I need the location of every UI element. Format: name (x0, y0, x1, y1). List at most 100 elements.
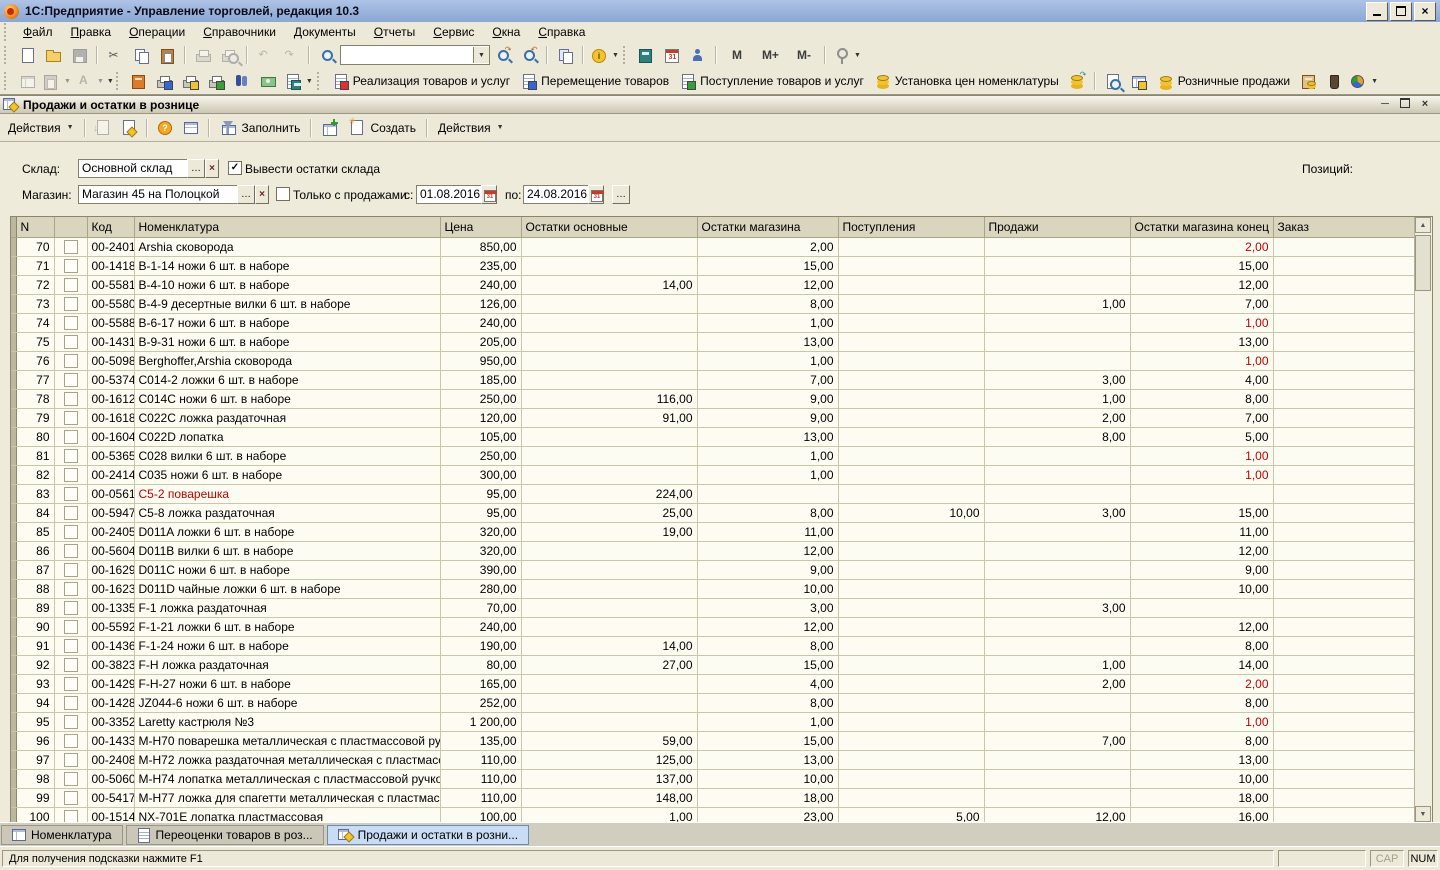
menu-item[interactable]: Окна (483, 23, 529, 41)
sales-cell[interactable]: 8,00 (984, 428, 1130, 447)
stock-store-cell[interactable]: 12,00 (697, 618, 838, 637)
row-checkbox[interactable] (64, 791, 78, 805)
row-checkbox[interactable] (64, 696, 78, 710)
menu-item[interactable]: Документы (285, 23, 365, 41)
column-header-order[interactable]: Заказ (1273, 217, 1415, 238)
code-cell[interactable]: 00-1436 (87, 637, 134, 656)
print-label-button[interactable] (204, 70, 230, 92)
nomenclature-cell[interactable]: C022D лопатка (134, 428, 440, 447)
stock-end-cell[interactable]: 1,00 (1130, 466, 1273, 485)
row-number-cell[interactable]: 79 (16, 409, 54, 428)
row-number-cell[interactable]: 87 (16, 561, 54, 580)
price-cell[interactable]: 95,00 (440, 504, 521, 523)
actions-button[interactable]: Действия▼ (2, 119, 80, 137)
price-cell[interactable]: 1 200,00 (440, 713, 521, 732)
row-number-cell[interactable]: 91 (16, 637, 54, 656)
price-cell[interactable]: 205,00 (440, 333, 521, 352)
tab-sales-and-stock[interactable]: Продажи и остатки в розни... (327, 825, 529, 845)
print-preview-button[interactable] (216, 44, 242, 66)
retail-sales-button[interactable]: Розничные продажи (1152, 70, 1295, 92)
order-cell[interactable] (1273, 637, 1415, 656)
order-cell[interactable] (1273, 352, 1415, 371)
memory-minus-button[interactable]: M- (788, 44, 820, 66)
order-cell[interactable] (1273, 466, 1415, 485)
row-checkbox-cell[interactable] (54, 542, 87, 561)
address-book-button[interactable] (126, 70, 152, 92)
stock-store-cell[interactable]: 7,00 (697, 371, 838, 390)
sales-cell[interactable] (984, 561, 1130, 580)
receipts-cell[interactable] (838, 713, 984, 732)
stock-store-cell[interactable]: 13,00 (697, 428, 838, 447)
scroll-down-button[interactable]: ▼ (1415, 806, 1431, 822)
nomenclature-cell[interactable]: F-1 ложка раздаточная (134, 599, 440, 618)
code-cell[interactable]: 00-1604 (87, 428, 134, 447)
stock-store-cell[interactable]: 8,00 (697, 694, 838, 713)
price-cell[interactable]: 120,00 (440, 409, 521, 428)
stock-end-cell[interactable]: 14,00 (1130, 656, 1273, 675)
report-button[interactable] (1100, 70, 1126, 92)
sales-cell[interactable] (984, 485, 1130, 504)
order-cell[interactable] (1273, 808, 1415, 824)
column-header-code[interactable]: Код (87, 217, 134, 238)
code-cell[interactable]: 00-2405 (87, 523, 134, 542)
order-cell[interactable] (1273, 447, 1415, 466)
order-cell[interactable] (1273, 770, 1415, 789)
stock-store-cell[interactable]: 15,00 (697, 257, 838, 276)
code-cell[interactable]: 00-1623 (87, 580, 134, 599)
open-button[interactable] (40, 44, 66, 66)
toolbar-handle[interactable] (116, 72, 122, 90)
nomenclature-cell[interactable]: JZ044-6 ножи 6 шт. в наборе (134, 694, 440, 713)
price-setting-button[interactable]: Установка цен номенклатуры (869, 70, 1064, 92)
nomenclature-cell[interactable]: B-1-14 ножи 6 шт. в наборе (134, 257, 440, 276)
nomenclature-cell[interactable]: D011B вилки 6 шт. в наборе (134, 542, 440, 561)
row-number-cell[interactable]: 82 (16, 466, 54, 485)
row-checkbox[interactable] (64, 430, 78, 444)
settings-button[interactable]: ▼ (830, 44, 863, 66)
receipts-cell[interactable] (838, 694, 984, 713)
row-checkbox-cell[interactable] (54, 409, 87, 428)
sales-cell[interactable] (984, 276, 1130, 295)
order-cell[interactable] (1273, 333, 1415, 352)
row-number-cell[interactable]: 75 (16, 333, 54, 352)
sales-cell[interactable]: 3,00 (984, 599, 1130, 618)
row-number-cell[interactable]: 71 (16, 257, 54, 276)
search-input[interactable] (341, 47, 473, 63)
receipts-cell[interactable]: 10,00 (838, 504, 984, 523)
search-dropdown-button[interactable]: ▼ (473, 47, 489, 63)
row-checkbox-cell[interactable] (54, 447, 87, 466)
dropdown-arrow-icon[interactable]: ▼ (612, 52, 619, 59)
stock-end-cell[interactable]: 2,00 (1130, 238, 1273, 257)
row-checkbox[interactable] (64, 278, 78, 292)
memory-button[interactable]: M (721, 44, 753, 66)
stock-end-cell[interactable]: 13,00 (1130, 751, 1273, 770)
row-number-cell[interactable]: 86 (16, 542, 54, 561)
price-cell[interactable]: 190,00 (440, 637, 521, 656)
stock-end-cell[interactable]: 8,00 (1130, 694, 1273, 713)
stock-end-cell[interactable]: 10,00 (1130, 770, 1273, 789)
nomenclature-cell[interactable]: Berghoffer,Arshia сковорода (134, 352, 440, 371)
order-cell[interactable] (1273, 257, 1415, 276)
order-cell[interactable] (1273, 504, 1415, 523)
stock-end-cell[interactable]: 2,00 (1130, 675, 1273, 694)
search-button[interactable] (314, 44, 340, 66)
row-checkbox-cell[interactable] (54, 295, 87, 314)
row-checkbox[interactable] (64, 468, 78, 482)
font-color-button[interactable]: A▼ (73, 70, 106, 92)
receipts-cell[interactable] (838, 618, 984, 637)
receipts-cell[interactable] (838, 238, 984, 257)
row-number-cell[interactable]: 70 (16, 238, 54, 257)
receipts-cell[interactable] (838, 333, 984, 352)
row-checkbox-cell[interactable] (54, 504, 87, 523)
receipt-documents-button[interactable]: Поступление товаров и услуг (674, 70, 869, 92)
menu-item[interactable]: Справочники (194, 23, 285, 41)
stock-store-cell[interactable]: 4,00 (697, 675, 838, 694)
date-from-calendar-button[interactable] (481, 185, 497, 204)
sales-cell[interactable]: 2,00 (984, 675, 1130, 694)
column-header-stock-end[interactable]: Остатки магазина конец (1130, 217, 1273, 238)
nomenclature-cell[interactable]: F-H-27 ножи 6 шт. в наборе (134, 675, 440, 694)
row-number-cell[interactable]: 89 (16, 599, 54, 618)
row-checkbox-cell[interactable] (54, 485, 87, 504)
code-cell[interactable]: 00-1514 (87, 808, 134, 824)
stock-end-cell[interactable]: 4,00 (1130, 371, 1273, 390)
stock-end-cell[interactable]: 16,00 (1130, 808, 1273, 824)
